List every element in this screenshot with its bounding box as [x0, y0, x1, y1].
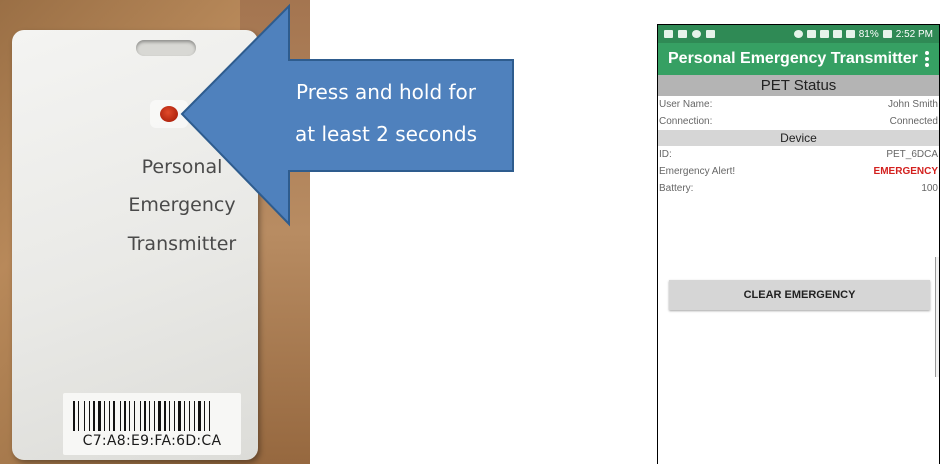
scrollbar[interactable]	[935, 257, 939, 377]
connection-row: Connection: Connected	[658, 113, 939, 130]
message-icon	[664, 30, 673, 38]
emergency-alert-row: Emergency Alert! EMERGENCY	[658, 163, 939, 180]
phone-screen: 81% 2:52 PM Personal Emergency Transmitt…	[657, 24, 940, 464]
callout-arrow	[180, 3, 514, 227]
callout-text-line-2: at least 2 seconds	[294, 122, 478, 146]
id-row: ID: PET_6DCA	[658, 146, 939, 163]
notification-icon	[706, 30, 715, 38]
barcode-icon	[73, 401, 231, 431]
arrow-shape	[180, 3, 514, 227]
user-name-row: User Name: John Smith	[658, 96, 939, 113]
clear-emergency-button[interactable]: CLEAR EMERGENCY	[669, 280, 930, 310]
callout-text-line-1: Press and hold for	[296, 80, 476, 104]
lock-icon	[678, 30, 687, 38]
connection-value: Connected	[889, 116, 938, 127]
app-title: Personal Emergency Transmitter	[668, 50, 918, 67]
bluetooth-icon	[806, 30, 816, 38]
battery-row: Battery: 100	[658, 180, 939, 197]
barcode-label: C7:A8:E9:FA:6D:CA	[63, 393, 241, 455]
mac-address: C7:A8:E9:FA:6D:CA	[82, 433, 222, 449]
id-label: ID:	[659, 149, 672, 160]
wifi-icon	[832, 30, 842, 38]
pet-status-header: PET Status	[658, 75, 939, 96]
battery-icon	[882, 30, 892, 38]
user-name-label: User Name:	[659, 99, 713, 110]
cloud-icon	[692, 30, 701, 38]
location-icon	[793, 30, 803, 38]
connection-label: Connection:	[659, 116, 713, 127]
id-value: PET_6DCA	[886, 149, 938, 160]
device-header: Device	[658, 130, 939, 146]
emergency-alert-label: Emergency Alert!	[659, 166, 736, 177]
clock: 2:52 PM	[895, 28, 933, 40]
nfc-icon	[819, 30, 829, 38]
battery-percent: 81%	[858, 28, 879, 40]
user-name-value: John Smith	[887, 99, 938, 110]
battery-label: Battery:	[659, 183, 694, 194]
battery-value: 100	[921, 183, 938, 194]
status-bar: 81% 2:52 PM	[658, 25, 939, 43]
emergency-alert-value: EMERGENCY	[873, 166, 938, 177]
overflow-menu-icon[interactable]	[925, 51, 929, 67]
app-bar: Personal Emergency Transmitter	[658, 43, 939, 75]
signal-icon	[845, 30, 855, 38]
